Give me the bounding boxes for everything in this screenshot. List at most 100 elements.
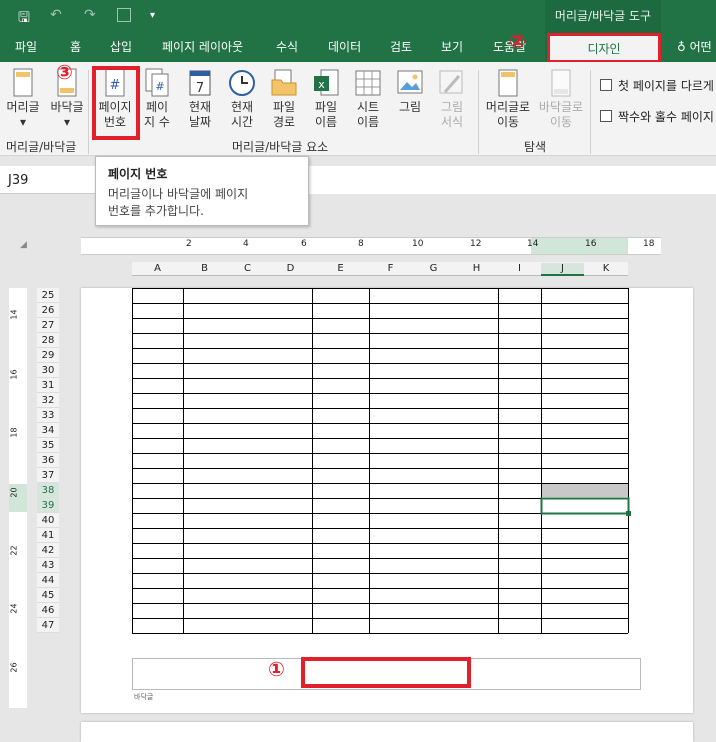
header-button[interactable]: 머리글 ▾ [4, 68, 42, 130]
tab-data[interactable]: 데이터 [328, 38, 361, 55]
different-first-page-label: 첫 페이지를 다르게 [618, 79, 714, 93]
tooltip-title: 페이지 번호 [108, 167, 168, 181]
row-header[interactable]: 28 [37, 333, 59, 348]
row-header[interactable]: 31 [37, 378, 59, 393]
row-header[interactable]: 43 [37, 558, 59, 573]
column-header[interactable]: A [132, 263, 183, 274]
context-title: 머리글/바닥글 도구 [554, 9, 652, 23]
row-header[interactable]: 27 [37, 318, 59, 333]
row-header[interactable]: 33 [37, 408, 59, 423]
row-header[interactable]: 39 [37, 498, 59, 513]
undo-icon[interactable]: ↶ [50, 7, 62, 23]
ruler-h-label: 12 [470, 239, 482, 249]
ribbon-separator [88, 70, 89, 154]
current-time-button[interactable]: 현재 시간 [224, 68, 260, 130]
different-odd-even-label: 짝수와 홀수 페이지 [618, 110, 714, 124]
column-header[interactable]: B [183, 263, 226, 274]
active-cell[interactable] [540, 497, 630, 515]
marker-1: ① [268, 657, 285, 681]
group-label-navigation: 탐색 [524, 140, 547, 154]
row-header[interactable]: 30 [37, 363, 59, 378]
row-header[interactable]: 34 [37, 423, 59, 438]
cell-grid[interactable] [81, 288, 693, 638]
tab-review[interactable]: 검토 [390, 38, 412, 55]
select-all-corner[interactable]: ◢ [20, 240, 27, 250]
column-header[interactable]: G [412, 263, 455, 274]
row-header[interactable]: 40 [37, 513, 59, 528]
form-icon[interactable] [117, 8, 131, 22]
column-header[interactable]: K [584, 263, 628, 274]
row-header[interactable]: 35 [37, 438, 59, 453]
row-header[interactable]: 42 [37, 543, 59, 558]
formula-bar[interactable] [309, 166, 716, 194]
ruler-v-label: 24 [9, 603, 19, 614]
row-header[interactable]: 37 [37, 468, 59, 483]
customize-qat-icon[interactable]: ▾ [150, 10, 155, 21]
row-header[interactable]: 38 [37, 483, 59, 498]
ruler-v-label: 18 [9, 427, 19, 438]
save-icon[interactable]: 🖫 [18, 7, 30, 31]
svg-text:#: # [155, 80, 164, 93]
row-header[interactable]: 32 [37, 393, 59, 408]
row-header[interactable]: 45 [37, 588, 59, 603]
svg-text:x: x [318, 78, 325, 91]
folder-icon [271, 69, 297, 96]
current-date-button[interactable]: 7 현재 날짜 [182, 68, 218, 130]
tab-page-layout[interactable]: 페이지 레이아웃 [162, 38, 243, 55]
sheet-icon [355, 70, 381, 96]
goto-footer-label-1: 바닥글로 [538, 100, 584, 114]
row-header[interactable]: 46 [37, 603, 59, 618]
column-header-selected[interactable]: J [541, 263, 584, 276]
tab-insert[interactable]: 삽입 [110, 38, 132, 55]
footer-dropdown-icon: ▾ [63, 115, 71, 129]
row-header[interactable]: 36 [37, 453, 59, 468]
sheet-name-button[interactable]: 시트 이름 [351, 68, 385, 130]
row-header[interactable]: 47 [37, 618, 59, 633]
name-box[interactable]: J39 [0, 166, 95, 194]
fill-handle[interactable] [626, 511, 631, 516]
ruler-selection-band [531, 238, 628, 254]
picture-button[interactable]: 그림 [393, 68, 427, 115]
svg-text:7: 7 [196, 81, 204, 96]
row-header[interactable]: 44 [37, 573, 59, 588]
tooltip: 페이지 번호 머리글이나 바닥글에 페이지 번호를 추가합니다. [95, 156, 309, 226]
row-header[interactable]: 26 [37, 303, 59, 318]
current-date-label-2: 날짜 [188, 115, 212, 129]
row-header[interactable]: 29 [37, 348, 59, 363]
selected-range[interactable] [541, 484, 628, 497]
column-header[interactable]: H [455, 263, 498, 274]
row-header[interactable]: 41 [37, 528, 59, 543]
different-odd-even-checkbox[interactable] [600, 110, 612, 122]
column-header[interactable]: I [498, 263, 541, 274]
header-button-label: 머리글 [6, 100, 40, 114]
column-header[interactable]: D [269, 263, 312, 274]
tab-home[interactable]: 홈 [70, 38, 81, 55]
tell-me-box[interactable]: ♁ 어떤 [677, 38, 712, 55]
tell-me-label: 어떤 [689, 40, 712, 54]
tooltip-line-2: 번호를 추가합니다. [108, 204, 204, 218]
name-box-value: J39 [8, 173, 29, 188]
ruler-h-label: 10 [412, 239, 424, 249]
page-count-button[interactable]: # 페이 지 수 [140, 68, 174, 130]
different-first-page-checkbox[interactable] [600, 79, 612, 91]
horizontal-ruler: 2 4 6 8 10 12 14 16 18 [81, 237, 661, 255]
column-header[interactable]: C [226, 263, 269, 274]
column-header[interactable]: F [369, 263, 412, 274]
tab-formulas[interactable]: 수식 [276, 38, 298, 55]
goto-footer-icon [551, 69, 571, 97]
file-name-button[interactable]: x 파일 이름 [309, 68, 343, 130]
column-header[interactable]: E [312, 263, 369, 274]
file-path-button[interactable]: 파일 경로 [267, 68, 301, 130]
goto-header-button[interactable]: 머리글로 이동 [482, 68, 534, 130]
ruler-h-label: 16 [585, 239, 597, 249]
tab-view[interactable]: 보기 [441, 38, 463, 55]
redo-icon[interactable]: ↷ [84, 7, 96, 23]
group-label-header-footer: 머리글/바닥글 [6, 140, 77, 154]
tab-file[interactable]: 파일 [15, 38, 37, 55]
marker-3: ③ [56, 60, 73, 84]
tab-design[interactable]: 디자인 [547, 33, 661, 63]
format-picture-label-2: 서식 [440, 115, 464, 129]
header-icon [13, 68, 33, 97]
format-picture-icon [439, 70, 463, 94]
row-header[interactable]: 25 [37, 288, 59, 303]
